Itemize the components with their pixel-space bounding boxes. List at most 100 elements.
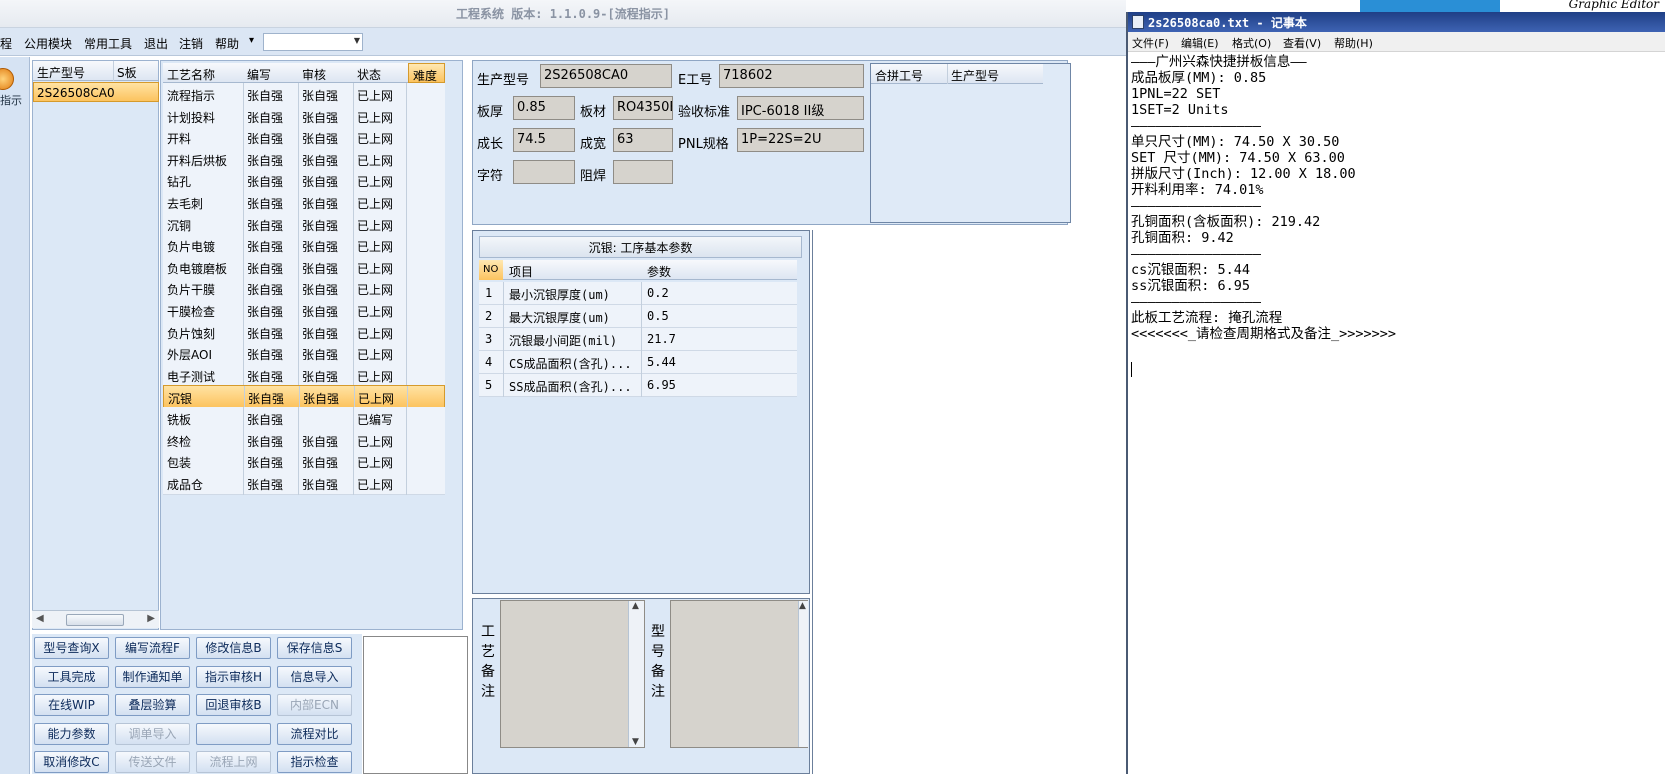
process-name-cell: 负片电镀 [167, 240, 216, 255]
process-header-writer[interactable]: 编写 [247, 66, 271, 83]
process-row[interactable]: 计划投料 张自强 张自强 已上网 [163, 104, 445, 128]
scroll-up-icon[interactable]: ▲ [799, 601, 806, 611]
menu-combo-box[interactable]: ▼ [263, 33, 363, 51]
process-row[interactable]: 开料后烘板 张自强 张自强 已上网 [163, 147, 445, 171]
process-row[interactable]: 铣板 张自强 已编写 [163, 407, 445, 430]
process-row[interactable]: 干膜检查 张自强 张自强 已上网 [163, 299, 445, 322]
process-header-status[interactable]: 状态 [357, 66, 381, 83]
action-button[interactable]: 信息导入 [277, 665, 352, 688]
eno-field[interactable]: 718602 [719, 64, 864, 88]
notepad-menu-view[interactable]: 查看(V) [1283, 35, 1321, 51]
action-button[interactable]: 工具完成 [34, 665, 109, 688]
action-button[interactable]: 流程上网 [196, 751, 271, 773]
menu-item-common-tools[interactable]: 常用工具 [84, 35, 132, 52]
action-button[interactable]: 修改信息B [196, 637, 271, 659]
model-header-s-board[interactable]: S板 [117, 64, 137, 81]
process-row[interactable]: 沉铜 张自强 张自强 已上网 [163, 212, 445, 236]
process-row[interactable]: 沉银 张自强 张自强 已上网 [163, 385, 445, 410]
notepad-menu-format[interactable]: 格式(O) [1232, 35, 1271, 51]
process-row[interactable]: 钻孔 张自强 张自强 已上网 [163, 169, 445, 193]
model-remark-textarea[interactable] [670, 600, 808, 748]
merge-header-model[interactable]: 生产型号 [951, 67, 999, 84]
scroll-down-icon[interactable]: ▼ [632, 737, 639, 747]
params-grid-header: NO 项目 参数 [479, 260, 797, 280]
action-button[interactable]: 型号查询X [34, 637, 109, 659]
action-button[interactable]: 回退审核B [196, 694, 271, 716]
notepad-menu-help[interactable]: 帮助(H) [1334, 35, 1373, 51]
process-header-reviewer[interactable]: 审核 [302, 66, 326, 83]
process-row[interactable]: 开料 张自强 张自强 已上网 [163, 126, 445, 150]
action-button[interactable]: 传送文件 [115, 751, 190, 773]
menu-item-help[interactable]: 帮助 [215, 35, 239, 52]
action-button[interactable]: 指示审核H [196, 665, 271, 688]
dropdown-arrow-icon[interactable]: ▼ [354, 36, 360, 45]
mask-field[interactable] [613, 160, 673, 184]
process-row[interactable]: 成品仓 张自强 张自强 已上网 [163, 471, 445, 495]
action-button[interactable]: 内部ECN [277, 694, 352, 716]
pnl-field[interactable]: 1P=22S=2U [737, 128, 864, 152]
action-button[interactable]: 在线WIP [34, 694, 109, 716]
params-row[interactable]: 2 最大沉银厚度(um) 0.5 [479, 305, 797, 328]
process-row[interactable]: 去毛刺 张自强 张自强 已上网 [163, 191, 445, 214]
params-header-no[interactable]: NO [483, 264, 498, 275]
params-header-item[interactable]: 项目 [509, 263, 533, 280]
process-row[interactable]: 电子测试 张自强 张自强 已上网 [163, 363, 445, 387]
process-row[interactable]: 外层AOI 张自强 张自强 已上网 [163, 342, 445, 366]
action-button[interactable] [196, 722, 271, 745]
chevron-down-icon[interactable]: ▾ [249, 35, 254, 46]
process-row[interactable]: 负片电镀 张自强 张自强 已上网 [163, 234, 445, 258]
notepad-menu-edit[interactable]: 编辑(E) [1181, 35, 1219, 51]
process-row[interactable]: 终检 张自强 张自强 已上网 [163, 428, 445, 452]
params-row[interactable]: 4 CS成品面积(含孔)... 5.44 [479, 351, 797, 374]
process-row[interactable]: 负片干膜 张自强 张自强 已上网 [163, 277, 445, 301]
action-button[interactable]: 调单导入 [115, 722, 190, 745]
process-row[interactable]: 流程指示 张自强 张自强 已上网 [163, 83, 445, 106]
model-field[interactable]: 2S26508CA0 [540, 64, 672, 88]
model-grid-row[interactable]: 2S26508CA0 [33, 82, 159, 102]
width-field[interactable]: 63 [613, 128, 673, 152]
scroll-thumb[interactable] [66, 614, 124, 626]
action-button[interactable]: 取消修改C [34, 751, 109, 773]
menu-item-project[interactable]: 程 [0, 35, 12, 52]
grid-divider [503, 328, 504, 351]
process-row[interactable]: 包装 张自强 张自强 已上网 [163, 450, 445, 474]
notepad-text-area[interactable]: ———广州兴森快捷拼板信息—— 成品板厚(MM): 0.85 1PNL=22 SET… [1131, 54, 1661, 342]
action-button[interactable]: 流程对比 [277, 722, 352, 745]
merge-header-eno[interactable]: 合拼工号 [875, 67, 923, 84]
params-row[interactable]: 3 沉银最小间距(mil) 21.7 [479, 328, 797, 351]
params-row[interactable]: 5 SS成品面积(含孔)... 6.95 [479, 374, 797, 397]
standard-field[interactable]: IPC-6018 II级 [737, 96, 864, 120]
toolstrip-label[interactable]: 指示 [0, 92, 22, 108]
scroll-up-icon[interactable]: ▲ [632, 601, 639, 611]
process-remark-scrollbar[interactable]: ▲ ▼ [628, 601, 644, 747]
length-field[interactable]: 74.5 [513, 128, 575, 152]
menu-item-exit[interactable]: 退出 [144, 35, 168, 52]
action-button[interactable]: 能力参数 [34, 722, 109, 745]
char-field[interactable] [513, 160, 575, 184]
notepad-titlebar[interactable]: 2s26508ca0.txt - 记事本 [1128, 12, 1665, 32]
action-button[interactable]: 指示检查 [277, 751, 352, 773]
process-header-name[interactable]: 工艺名称 [167, 66, 215, 83]
scroll-right-icon[interactable]: ▶ [147, 613, 155, 624]
process-row[interactable]: 负片蚀刻 张自强 张自强 已上网 [163, 320, 445, 344]
process-remark-textarea[interactable] [500, 600, 645, 748]
process-status-cell: 已上网 [358, 392, 395, 407]
menu-item-logout[interactable]: 注销 [179, 35, 203, 52]
process-row[interactable]: 负电镀磨板 张自强 张自强 已上网 [163, 255, 445, 279]
scroll-left-icon[interactable]: ◀ [36, 613, 44, 624]
notepad-menu-file[interactable]: 文件(F) [1132, 35, 1169, 51]
process-header-difficulty-cell[interactable]: 难度 [408, 63, 445, 83]
material-field[interactable]: RO4350B [613, 96, 673, 120]
action-button[interactable]: 制作通知单 [115, 665, 190, 688]
menu-item-common-module[interactable]: 公用模块 [24, 35, 72, 52]
action-button[interactable]: 叠层验算 [115, 694, 190, 716]
action-button[interactable]: 保存信息S [277, 637, 352, 659]
action-button[interactable]: 编写流程F [115, 637, 190, 659]
params-header-value[interactable]: 参数 [647, 263, 671, 280]
process-name-cell: 沉银 [168, 392, 193, 407]
model-header-model[interactable]: 生产型号 [37, 64, 85, 81]
model-grid-hscrollbar[interactable]: ◀ ▶ [32, 610, 159, 628]
thickness-field[interactable]: 0.85 [513, 96, 575, 120]
model-remark-scrollbar[interactable]: ▲ [798, 601, 808, 747]
params-row[interactable]: 1 最小沉银厚度(um) 0.2 [479, 282, 797, 305]
